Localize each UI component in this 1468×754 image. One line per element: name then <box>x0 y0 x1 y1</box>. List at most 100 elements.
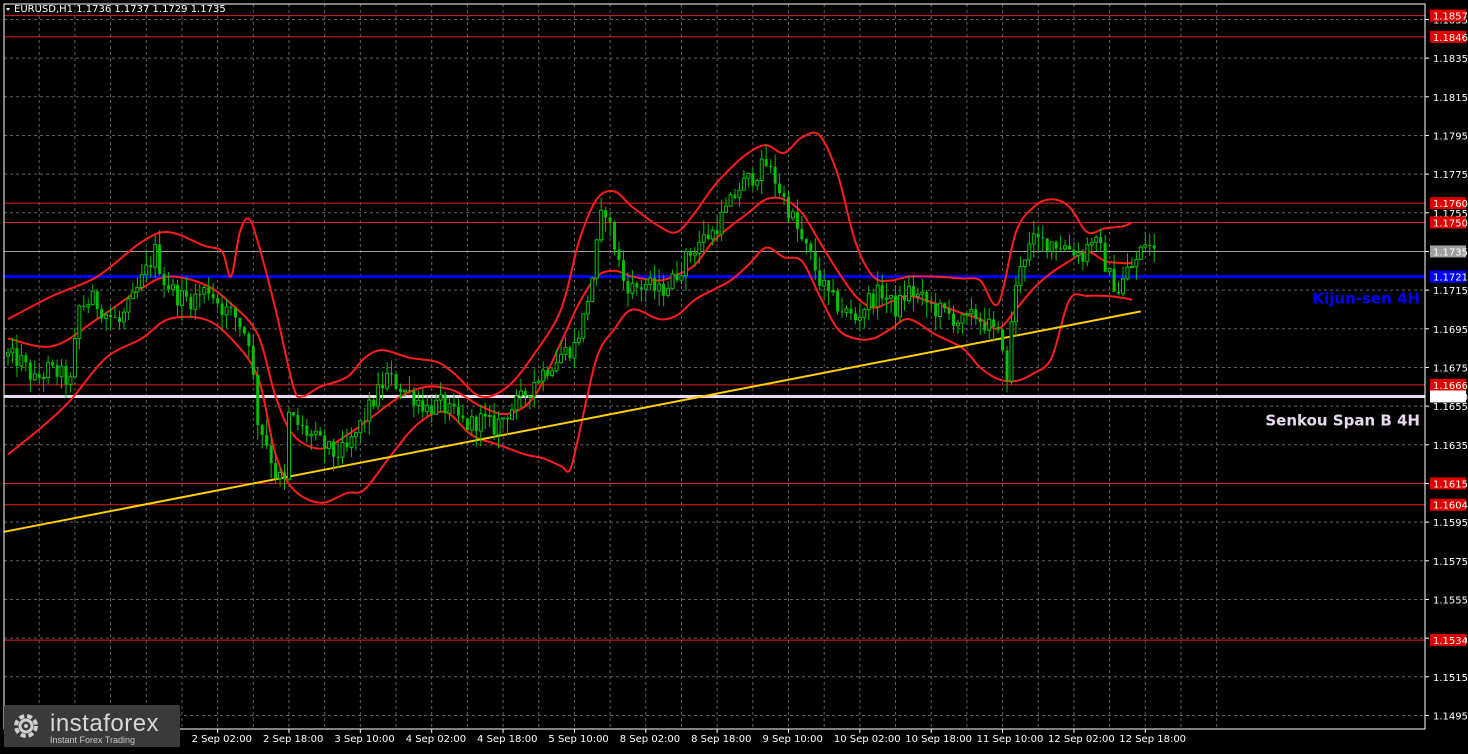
candle-body-down <box>265 434 269 446</box>
candle-body-down <box>452 403 456 407</box>
x-tick-label: 10 Sep 02:00 <box>834 734 901 745</box>
candle <box>265 419 269 450</box>
candle <box>238 317 242 337</box>
header-arrow-icon <box>6 8 10 11</box>
candle-body-up <box>487 414 492 418</box>
candle-body-up <box>844 308 849 313</box>
candle-body-up <box>759 158 764 182</box>
candle <box>51 359 55 368</box>
candle <box>925 289 929 318</box>
candle <box>836 288 840 315</box>
candle <box>992 311 996 342</box>
candle <box>1103 234 1107 273</box>
candle-body-up <box>857 316 862 321</box>
candle <box>679 264 684 285</box>
candle <box>1112 254 1116 293</box>
candle-body-down <box>787 196 790 219</box>
candle-body-down <box>256 374 260 426</box>
candle-body-up <box>866 292 871 311</box>
candle-body-down <box>109 314 113 317</box>
candle <box>572 329 577 369</box>
candle-body-down <box>162 273 166 286</box>
candle-body-down <box>474 416 478 432</box>
candle-body-up <box>960 314 965 324</box>
candle <box>1107 267 1112 276</box>
candle-body-up <box>875 284 880 308</box>
candle-body-up <box>1013 285 1018 323</box>
candle-body-up <box>193 293 198 310</box>
candle <box>296 407 300 431</box>
candle <box>585 295 590 321</box>
candle-body-down <box>894 295 898 317</box>
candle <box>550 368 555 378</box>
candle <box>233 306 237 332</box>
candle-body-up <box>822 279 827 287</box>
candle <box>95 289 99 320</box>
candle-body-down <box>229 306 233 309</box>
candle-body-down <box>523 391 527 397</box>
chart-canvas[interactable]: 1.18551.18351.18151.17951.17751.17551.17… <box>0 0 1468 750</box>
candle-body-down <box>95 291 99 310</box>
candle-body-down <box>813 251 817 271</box>
candle-body-down <box>345 442 349 448</box>
candle <box>1138 244 1143 261</box>
candle <box>1152 233 1156 263</box>
candle-body-down <box>1059 248 1063 250</box>
candle <box>323 429 327 464</box>
candle <box>568 345 572 362</box>
candle-body-down <box>198 294 202 296</box>
candle-body-down <box>804 239 808 244</box>
candle <box>514 389 519 420</box>
candle-body-up <box>425 404 430 413</box>
candle <box>1036 225 1040 252</box>
x-tick-label: 8 Sep 18:00 <box>691 734 751 745</box>
candle-body-down <box>733 194 737 198</box>
candle-body-up <box>938 302 943 318</box>
candle <box>688 248 692 263</box>
candle-body-up <box>790 211 795 219</box>
candle <box>1125 253 1130 281</box>
candle <box>1013 276 1018 337</box>
candle <box>849 299 853 320</box>
candle <box>955 319 960 334</box>
symbol-ohlc-line: EURUSD,H1 1.1736 1.1737 1.1729 1.1735 <box>14 4 226 15</box>
candle <box>1009 311 1014 386</box>
candle-body-down <box>55 365 59 377</box>
candle-body-down <box>269 445 273 464</box>
candle <box>443 391 447 424</box>
level-badge-text: 1.1750 <box>1433 218 1468 229</box>
candle <box>104 311 109 331</box>
level-badge-text: 1.1604 <box>1433 501 1468 512</box>
candle-body-down <box>621 260 625 281</box>
candle <box>755 178 760 191</box>
candle <box>149 256 153 278</box>
candle-body-up <box>1107 268 1112 273</box>
candle <box>1018 256 1023 294</box>
candle-body-down <box>871 293 875 307</box>
candle <box>853 307 857 325</box>
candle-body-up <box>121 311 126 323</box>
candle <box>541 361 546 392</box>
level-badge-text: 1.1857 <box>1433 12 1468 23</box>
y-tick-label: 1.1795 <box>1433 131 1468 142</box>
candle <box>283 464 287 490</box>
candle <box>581 313 586 343</box>
candle-body-down <box>207 287 211 294</box>
candle-body-down <box>363 420 367 422</box>
candle <box>1121 266 1125 297</box>
candle-body-down <box>149 265 153 268</box>
candle <box>960 313 965 334</box>
candle-body-down <box>795 211 799 229</box>
candle-body-up <box>746 172 751 179</box>
candle-body-down <box>211 293 215 299</box>
candle <box>305 418 309 443</box>
candle-body-down <box>483 413 487 417</box>
candle <box>474 415 478 447</box>
candle-body-up <box>1134 258 1139 268</box>
candle <box>251 334 255 381</box>
price-chart[interactable]: 1.18551.18351.18151.17951.17751.17551.17… <box>0 0 1468 750</box>
candle <box>256 367 260 440</box>
candle-body-up <box>987 318 992 331</box>
chart-header: EURUSD,H1 1.1736 1.1737 1.1729 1.1735 <box>6 4 226 15</box>
candle-body-up <box>1129 266 1134 269</box>
